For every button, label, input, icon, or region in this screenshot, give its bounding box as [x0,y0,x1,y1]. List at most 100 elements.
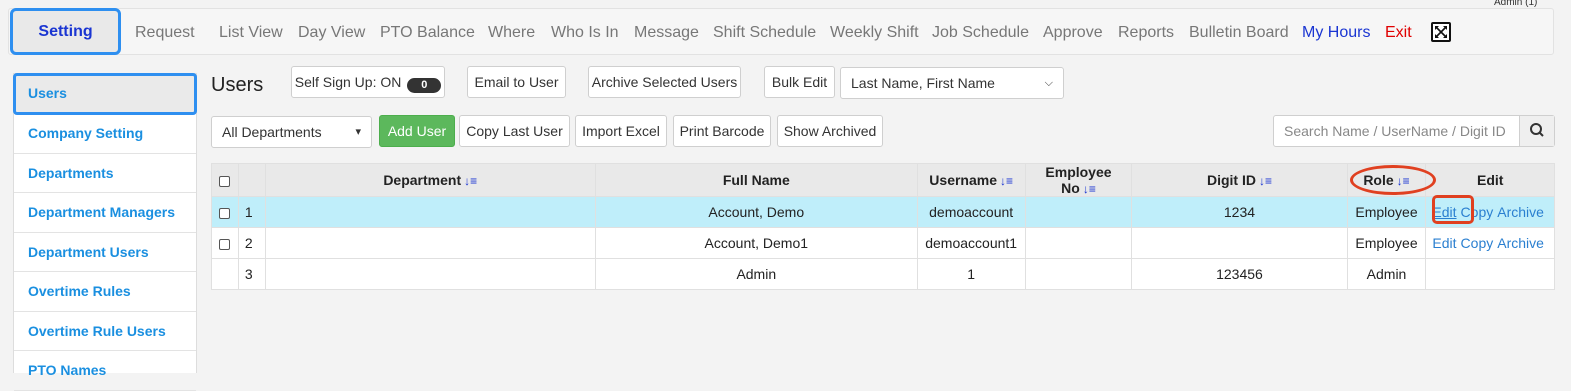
department-filter-select[interactable]: All Departments ▾ [211,116,372,148]
page-title: Users [211,74,264,96]
sort-icon[interactable]: ↓≡ [1083,182,1096,196]
sort-icon[interactable]: ↓≡ [1000,174,1013,188]
nav-bulletin-board[interactable]: Bulletin Board [1189,9,1289,56]
actions-cell [1425,258,1555,290]
sidebar-item-overtime-rules[interactable]: Overtime Rules [14,272,196,312]
nav-pto-balance[interactable]: PTO Balance [380,9,475,56]
search-icon [1530,123,1544,137]
bulk-edit-button[interactable]: Bulk Edit [764,66,835,98]
sidebar-item-pto-names[interactable]: PTO Names [14,351,196,391]
username-cell: demoaccount1 [916,227,1026,259]
department-header[interactable]: Department ↓≡ [264,163,596,197]
select-all-checkbox[interactable] [219,175,231,187]
employee-no-cell [1024,196,1133,228]
nav-job-schedule[interactable]: Job Schedule [932,9,1029,56]
nav-exit[interactable]: Exit [1385,9,1412,56]
table-row[interactable]: 1 Account, Demo demoaccount 1234 Employe… [211,196,1555,228]
import-excel-button[interactable]: Import Excel [575,115,667,147]
search-button[interactable] [1519,116,1554,146]
digit-id-cell [1131,227,1348,259]
row-select-cell [211,258,239,290]
employee-no-header-label: Employee No [1045,164,1112,196]
archive-link[interactable]: Archive [1497,204,1544,220]
nav-request[interactable]: Request [135,9,195,56]
role-cell: Admin [1346,258,1427,290]
row-checkbox[interactable] [219,238,231,250]
employee-no-cell [1024,227,1133,259]
table-row[interactable]: 2 Account, Demo1 demoaccount1 Employee E… [211,227,1555,259]
nav-shift-schedule[interactable]: Shift Schedule [713,9,816,56]
username-cell: 1 [916,258,1026,290]
print-barcode-button[interactable]: Print Barcode [673,115,771,147]
department-filter-value: All Departments [222,124,322,140]
sort-icon[interactable]: ↓≡ [1259,174,1272,188]
copy-link[interactable]: Copy [1461,235,1494,251]
archive-selected-users-button[interactable]: Archive Selected Users [588,66,741,98]
self-signup-count-badge: 0 [407,78,442,93]
full-name-header[interactable]: Full Name [594,163,918,197]
department-cell [264,227,596,259]
sidebar-item-departments[interactable]: Departments [14,154,196,193]
digit-id-header-label: Digit ID [1206,172,1256,188]
sidebar-item-users[interactable]: Users [13,73,197,115]
name-order-select[interactable]: Last Name, First Name ⌵ [840,67,1064,99]
self-signup-label: Self Sign Up: ON [294,74,402,90]
edit-header: Edit [1425,163,1555,197]
sort-icon[interactable]: ↓≡ [464,174,477,188]
sidebar-item-overtime-rule-users[interactable]: Overtime Rule Users [14,312,196,351]
row-number: 2 [237,227,266,259]
role-cell: Employee [1346,227,1427,259]
archive-link[interactable]: Archive [1497,235,1544,251]
department-cell [264,258,596,290]
sidebar-item-department-users[interactable]: Department Users [14,233,196,272]
row-number: 3 [237,258,266,290]
username-header[interactable]: Username ↓≡ [916,163,1026,197]
actions-cell: Edit Copy Archive [1425,227,1555,259]
full-name-link[interactable]: Account, Demo [594,196,918,228]
fullscreen-icon[interactable] [1431,22,1451,42]
search-box [1273,115,1555,147]
row-number-header [237,163,266,197]
copy-last-user-button[interactable]: Copy Last User [459,115,570,147]
role-annotation-circle [1350,165,1436,195]
edit-link[interactable]: Edit [1432,235,1456,251]
caret-down-icon: ▾ [355,126,361,138]
nav-list-view[interactable]: List View [219,9,283,56]
role-cell: Employee [1346,196,1427,228]
nav-my-hours[interactable]: My Hours [1302,9,1370,56]
nav-setting[interactable]: Setting [10,8,121,55]
sidebar-item-department-managers[interactable]: Department Managers [14,193,196,233]
top-navigation: Setting Request List View Day View PTO B… [8,8,1554,55]
table-row[interactable]: 3 Admin 1 123456 Admin [211,258,1555,290]
name-order-value: Last Name, First Name [851,75,995,91]
row-select-cell [211,196,239,228]
nav-message[interactable]: Message [634,9,699,56]
sidebar-item-company-setting[interactable]: Company Setting [14,114,196,154]
nav-who-is-in[interactable]: Who Is In [551,9,619,56]
full-name-link[interactable]: Account, Demo1 [594,227,918,259]
row-number: 1 [237,196,266,228]
edit-annotation-box [1432,195,1474,224]
username-cell: demoaccount [916,196,1026,228]
search-input[interactable] [1274,116,1520,146]
digit-id-cell: 123456 [1131,258,1348,290]
self-signup-button[interactable]: Self Sign Up: ON 0 [291,66,445,98]
nav-day-view[interactable]: Day View [298,9,365,56]
nav-weekly-shift[interactable]: Weekly Shift [830,9,919,56]
row-checkbox[interactable] [219,207,231,219]
nav-reports[interactable]: Reports [1118,9,1174,56]
nav-where[interactable]: Where [488,9,535,56]
email-to-user-button[interactable]: Email to User [467,66,566,98]
admin-user-label: Admin (1) [1494,0,1538,8]
digit-id-header[interactable]: Digit ID ↓≡ [1131,163,1348,197]
chevron-down-icon: ⌵ [1044,77,1053,89]
username-header-label: Username [929,172,997,188]
employee-no-cell [1024,258,1133,290]
show-archived-button[interactable]: Show Archived [777,115,883,147]
digit-id-cell: 1234 [1131,196,1348,228]
nav-approve[interactable]: Approve [1043,9,1103,56]
employee-no-header[interactable]: Employee No ↓≡ [1024,163,1133,197]
department-header-label: Department [383,172,462,188]
full-name-link[interactable]: Admin [594,258,918,290]
add-user-button[interactable]: Add User [379,115,455,147]
